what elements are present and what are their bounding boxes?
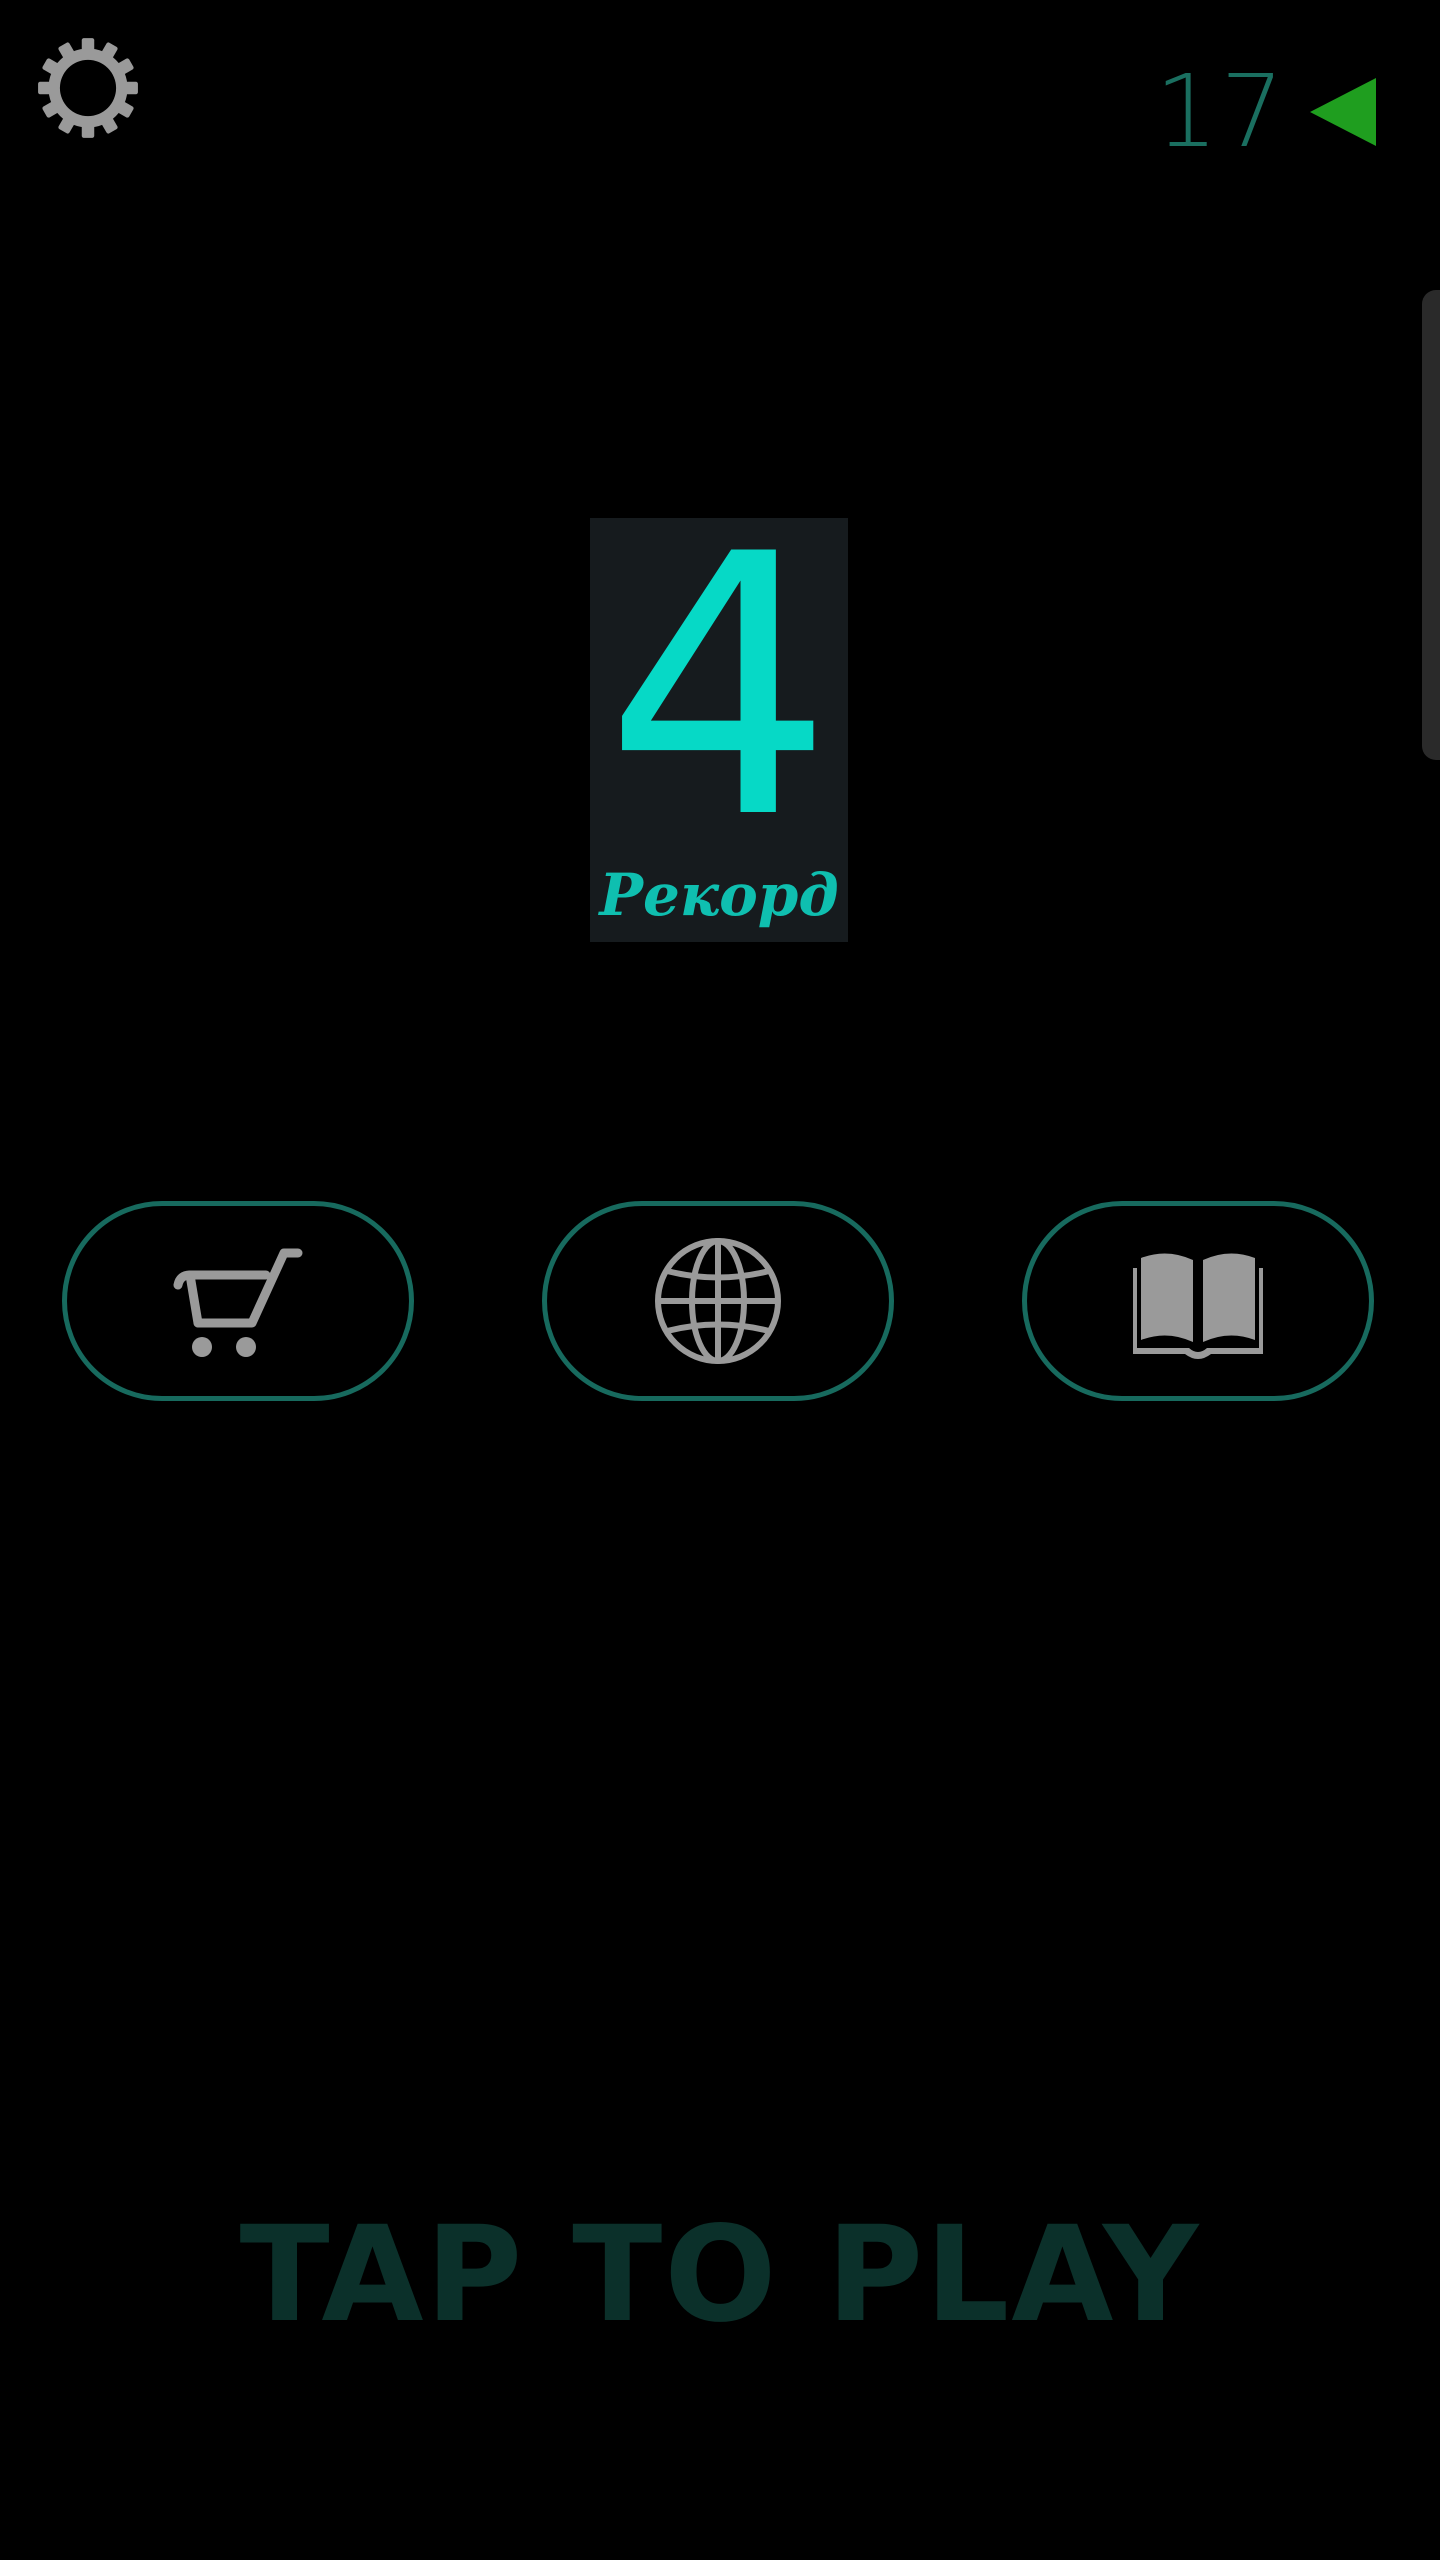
book-icon (1131, 1240, 1265, 1362)
tap-to-play-label[interactable]: TAP TO PLAY (0, 2200, 1440, 2350)
settings-button[interactable] (36, 36, 140, 140)
play-arrow-left-icon (1308, 76, 1376, 148)
leaderboard-globe-button[interactable] (542, 1201, 894, 1401)
gear-icon (36, 36, 140, 140)
shopping-cart-icon (168, 1241, 308, 1361)
shop-button[interactable] (62, 1201, 414, 1401)
game-screen[interactable]: 17 4 Рекорд TAP TO PLAY (0, 0, 1440, 2560)
record-score: 4 (604, 478, 834, 897)
record-label: Рекорд (599, 861, 839, 929)
side-drawer-handle[interactable] (1422, 290, 1440, 760)
counter-value: 17 (1154, 53, 1286, 170)
coin-counter[interactable]: 17 (1155, 52, 1376, 172)
rules-book-button[interactable] (1022, 1201, 1374, 1401)
record-card: 4 Рекорд (590, 478, 848, 942)
globe-icon (653, 1236, 783, 1366)
